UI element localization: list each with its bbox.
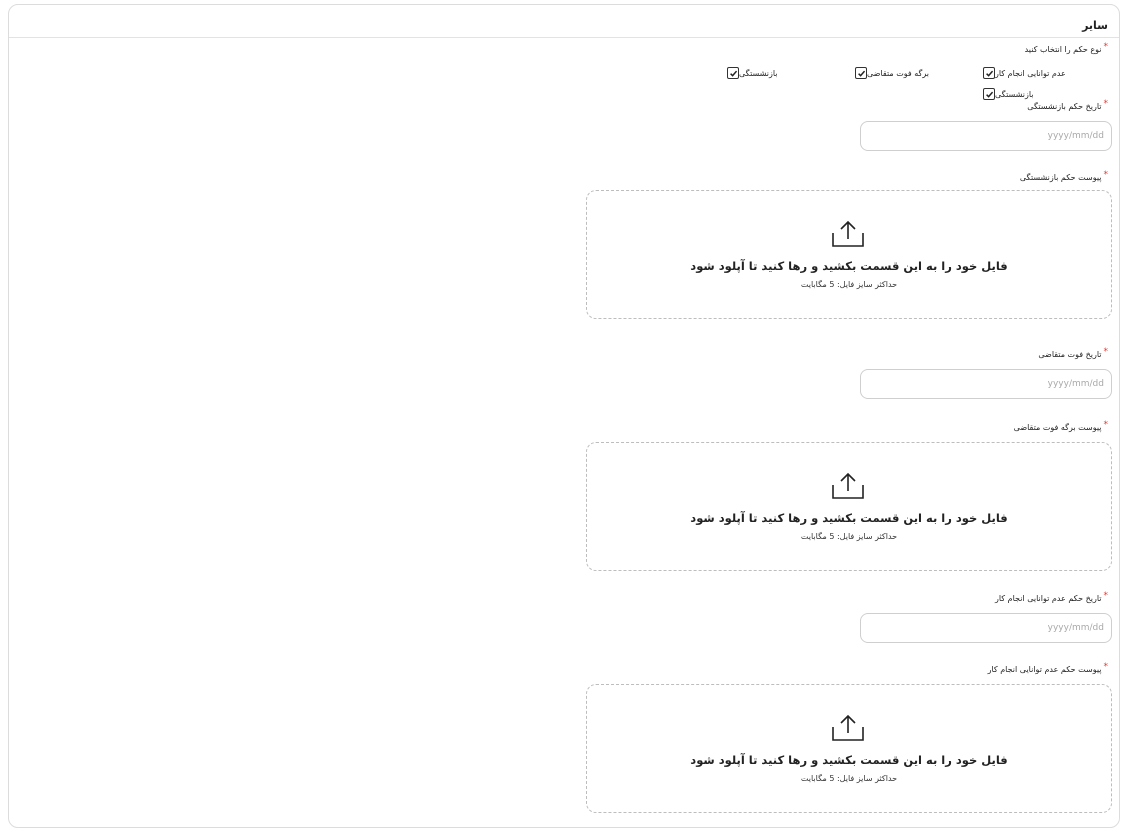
disability-date-label: *تاریخ حکم عدم توانایی انجام کار bbox=[995, 591, 1109, 603]
disability-attachment-label: *پیوست حکم عدم توانایی انجام کار bbox=[987, 662, 1109, 674]
upload-icon bbox=[832, 714, 864, 741]
checkbox-label: عدم توانایی انجام کار bbox=[995, 68, 1066, 78]
death-date-label: *تاریخ فوت متقاضی bbox=[1038, 347, 1109, 359]
required-mark: * bbox=[1103, 170, 1109, 180]
dropzone-instructions: فایل خود را به این قسمت بکشید و رها کنید… bbox=[690, 753, 1008, 767]
checkbox-box[interactable] bbox=[855, 67, 867, 79]
dropzone-max-size: حداکثر سایز فایل: 5 مگابایت bbox=[800, 532, 898, 541]
checkbox-retirement-2[interactable]: بازنشستگی bbox=[980, 88, 1108, 100]
required-mark: * bbox=[1103, 42, 1109, 52]
retirement-attachment-label: *پیوست حکم بازنشستگی bbox=[1019, 170, 1109, 182]
retirement-date-input[interactable] bbox=[860, 121, 1112, 151]
checkmark-icon bbox=[729, 70, 737, 77]
dropzone-instructions: فایل خود را به این قسمت بکشید و رها کنید… bbox=[690, 259, 1008, 273]
checkbox-label: برگه فوت متقاضی bbox=[867, 68, 929, 78]
section-divider bbox=[9, 37, 1119, 38]
disability-attachment-dropzone[interactable]: فایل خود را به این قسمت بکشید و رها کنید… bbox=[586, 684, 1112, 813]
death-attachment-label: *پیوست برگه فوت متقاضی bbox=[1013, 420, 1109, 432]
death-date-input[interactable] bbox=[860, 369, 1112, 399]
dropzone-instructions: فایل خود را به این قسمت بکشید و رها کنید… bbox=[690, 511, 1008, 525]
checkmark-icon bbox=[857, 70, 865, 77]
required-mark: * bbox=[1103, 347, 1109, 357]
ruling-type-label: *نوع حکم را انتخاب کنید bbox=[1024, 42, 1109, 54]
retirement-date-label: *تاریخ حکم بازنشستگی bbox=[1027, 99, 1109, 111]
dropzone-max-size: حداکثر سایز فایل: 5 مگابایت bbox=[800, 280, 898, 289]
checkmark-icon bbox=[985, 70, 993, 77]
retirement-attachment-dropzone[interactable]: فایل خود را به این قسمت بکشید و رها کنید… bbox=[586, 190, 1112, 319]
required-mark: * bbox=[1103, 662, 1109, 672]
required-mark: * bbox=[1103, 420, 1109, 430]
checkbox-box[interactable] bbox=[727, 67, 739, 79]
ruling-type-checkbox-group: عدم توانایی انجام کار برگه فوت متقاضی با… bbox=[598, 67, 1108, 100]
other-section-card: سایر *نوع حکم را انتخاب کنید عدم توانایی… bbox=[8, 4, 1120, 828]
checkbox-disability[interactable]: عدم توانایی انجام کار bbox=[980, 67, 1108, 79]
checkbox-label: بازنشستگی bbox=[739, 68, 778, 78]
death-attachment-dropzone[interactable]: فایل خود را به این قسمت بکشید و رها کنید… bbox=[586, 442, 1112, 571]
required-mark: * bbox=[1103, 99, 1109, 109]
checkbox-box[interactable] bbox=[983, 88, 995, 100]
upload-icon bbox=[832, 220, 864, 247]
disability-date-input[interactable] bbox=[860, 613, 1112, 643]
upload-icon bbox=[832, 472, 864, 499]
checkbox-death-certificate[interactable]: برگه فوت متقاضی bbox=[852, 67, 980, 79]
checkbox-retirement[interactable]: بازنشستگی bbox=[724, 67, 852, 79]
checkbox-box[interactable] bbox=[983, 67, 995, 79]
checkbox-label: بازنشستگی bbox=[995, 89, 1034, 99]
checkmark-icon bbox=[985, 91, 993, 98]
dropzone-max-size: حداکثر سایز فایل: 5 مگابایت bbox=[800, 774, 898, 783]
required-mark: * bbox=[1103, 591, 1109, 601]
section-title: سایر bbox=[1082, 19, 1108, 32]
